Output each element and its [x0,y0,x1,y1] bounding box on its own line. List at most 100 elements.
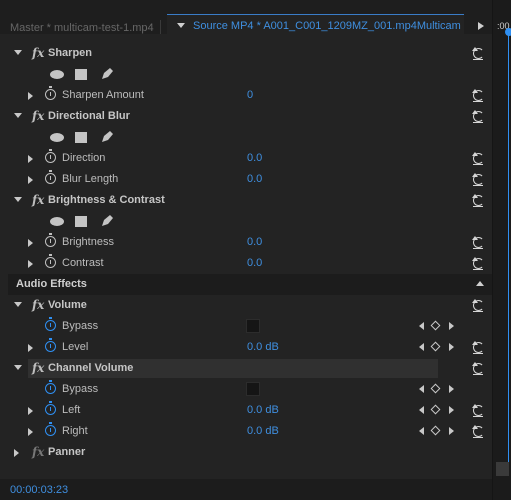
tab-master-clip[interactable]: Master * multicam-test-1.mp4 [10,22,154,34]
param-value[interactable]: 0.0 [247,173,262,185]
audio-effects-section-header[interactable]: Audio Effects [8,274,492,295]
reset-icon[interactable] [472,47,484,60]
effect-sharpen-header[interactable]: fx Sharpen [8,43,492,64]
add-keyframe-icon[interactable] [430,383,441,394]
rectangle-mask-icon[interactable] [75,132,87,143]
fx-icon[interactable]: fx [32,46,44,60]
ellipse-mask-icon[interactable] [50,70,64,79]
fx-icon[interactable]: fx [32,361,44,375]
stopwatch-icon[interactable] [45,338,56,352]
twirl-down-icon[interactable] [14,113,22,118]
reset-icon[interactable] [472,425,484,438]
effect-brightness-contrast-header[interactable]: fx Brightness & Contrast [8,190,492,211]
bypass-checkbox[interactable] [246,382,260,396]
rectangle-mask-icon[interactable] [75,69,87,80]
param-value[interactable]: 0.0 dB [247,404,279,416]
bypass-checkbox[interactable] [246,319,260,333]
prev-keyframe-icon[interactable] [419,343,424,351]
reset-icon[interactable] [472,236,484,249]
twirl-down-icon[interactable] [14,302,22,307]
mini-timeline[interactable]: :00 [492,0,511,500]
reset-icon[interactable] [472,257,484,270]
effect-panner-header[interactable]: fx Panner [8,442,492,463]
prev-keyframe-icon[interactable] [419,322,424,330]
add-keyframe-icon[interactable] [430,404,441,415]
add-keyframe-icon[interactable] [430,425,441,436]
param-value[interactable]: 0 [247,89,253,101]
param-value[interactable]: 0.0 dB [247,425,279,437]
keyframe-navigator [418,320,458,331]
fx-icon[interactable]: fx [32,445,44,459]
param-row: Blur Length 0.0 [8,169,492,190]
twirl-right-icon[interactable] [28,344,33,352]
param-row: Bypass [8,379,492,400]
effect-directional-blur-header[interactable]: fx Directional Blur [8,106,492,127]
twirl-down-icon[interactable] [14,50,22,55]
twirl-right-icon[interactable] [28,428,33,436]
chevron-up-icon[interactable] [476,281,484,286]
reset-icon[interactable] [472,110,484,123]
reset-icon[interactable] [472,173,484,186]
stopwatch-icon[interactable] [45,422,56,436]
next-keyframe-icon[interactable] [449,322,454,330]
reset-icon[interactable] [472,404,484,417]
param-value[interactable]: 0.0 [247,236,262,248]
twirl-down-icon[interactable] [14,365,22,370]
fx-icon[interactable]: fx [32,193,44,207]
stopwatch-icon[interactable] [45,317,56,331]
prev-keyframe-icon[interactable] [419,427,424,435]
twirl-right-icon[interactable] [28,176,33,184]
add-keyframe-icon[interactable] [430,320,441,331]
effect-channel-volume-header[interactable]: fx Channel Volume [8,358,492,379]
tab-source-clip[interactable]: Source MP4 * A001_C001_1209MZ_001.mp4Mul… [167,14,464,35]
param-row: Direction 0.0 [8,148,492,169]
twirl-right-icon[interactable] [28,239,33,247]
effect-name: Brightness & Contrast [48,194,165,206]
param-name: Left [62,404,81,416]
pen-mask-icon[interactable] [100,130,114,144]
next-keyframe-icon[interactable] [449,427,454,435]
twirl-right-icon[interactable] [28,407,33,415]
reset-icon[interactable] [472,194,484,207]
reset-icon[interactable] [472,362,484,375]
reset-icon[interactable] [472,341,484,354]
stopwatch-icon[interactable] [45,149,56,163]
mask-tools-row [8,64,492,85]
next-keyframe-icon[interactable] [449,406,454,414]
twirl-down-icon[interactable] [14,197,22,202]
pen-mask-icon[interactable] [100,214,114,228]
rectangle-mask-icon[interactable] [75,216,87,227]
play-icon[interactable] [478,22,484,30]
stopwatch-icon[interactable] [45,170,56,184]
twirl-right-icon[interactable] [14,449,19,457]
twirl-right-icon[interactable] [28,92,33,100]
pen-mask-icon[interactable] [100,67,114,81]
prev-keyframe-icon[interactable] [419,385,424,393]
reset-icon[interactable] [472,152,484,165]
fx-icon[interactable]: fx [32,298,44,312]
stopwatch-icon[interactable] [45,401,56,415]
timeline-scroll-handle[interactable] [496,462,509,476]
add-keyframe-icon[interactable] [430,341,441,352]
tab-separator [160,20,161,34]
next-keyframe-icon[interactable] [449,343,454,351]
ellipse-mask-icon[interactable] [50,217,64,226]
stopwatch-icon[interactable] [45,254,56,268]
stopwatch-icon[interactable] [45,233,56,247]
chevron-down-icon[interactable] [177,23,185,28]
param-value[interactable]: 0.0 dB [247,341,279,353]
effect-volume-header[interactable]: fx Volume [8,295,492,316]
stopwatch-icon[interactable] [45,380,56,394]
reset-icon[interactable] [472,299,484,312]
twirl-right-icon[interactable] [28,260,33,268]
param-value[interactable]: 0.0 [247,152,262,164]
ellipse-mask-icon[interactable] [50,133,64,142]
prev-keyframe-icon[interactable] [419,406,424,414]
next-keyframe-icon[interactable] [449,385,454,393]
twirl-right-icon[interactable] [28,155,33,163]
param-value[interactable]: 0.0 [247,257,262,269]
current-timecode[interactable]: 00:00:03:23 [10,484,68,496]
reset-icon[interactable] [472,89,484,102]
stopwatch-icon[interactable] [45,86,56,100]
fx-icon[interactable]: fx [32,109,44,123]
